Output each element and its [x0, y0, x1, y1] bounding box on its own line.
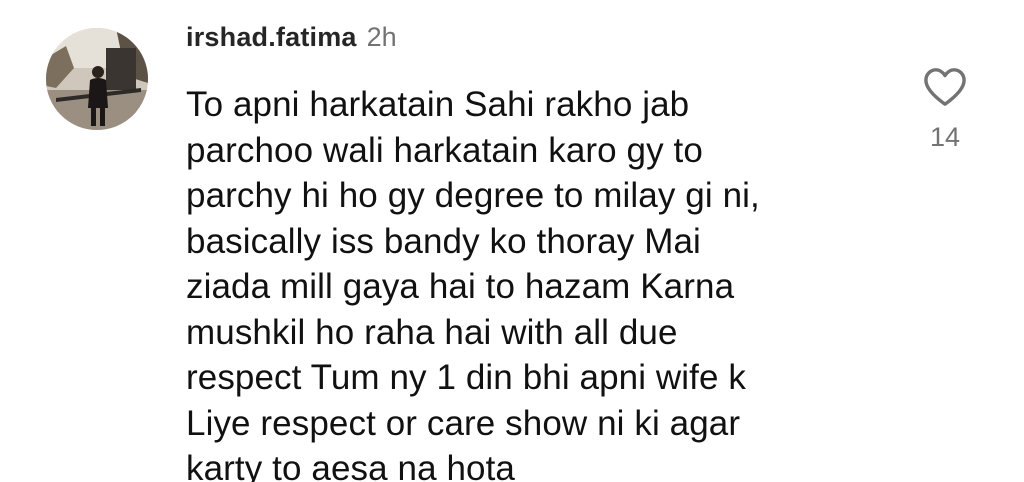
avatar[interactable] [46, 28, 148, 130]
heart-outline-icon[interactable] [922, 66, 968, 108]
like-count: 14 [929, 122, 961, 152]
comment-body: irshad.fatima 2h To apni harkatain Sahi … [186, 22, 886, 482]
like-column: 14 [912, 66, 978, 153]
username-link[interactable]: irshad.fatima [186, 22, 357, 53]
timestamp: 2h [366, 22, 397, 52]
comment-item: irshad.fatima 2h To apni harkatain Sahi … [0, 0, 1024, 482]
comment-text: To apni harkatain Sahi rakho jab parchoo… [186, 85, 760, 482]
comment-meta: irshad.fatima 2h [186, 22, 886, 66]
